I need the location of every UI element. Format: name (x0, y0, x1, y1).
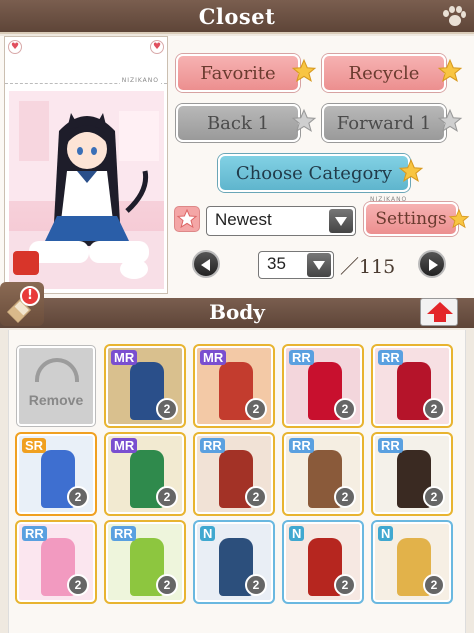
favorite-button-label: Favorite (200, 63, 276, 84)
rainbow-icon (35, 358, 79, 382)
scroll-to-top-button[interactable] (420, 298, 458, 326)
item-count-badge: 2 (423, 486, 445, 508)
closet-item-tile[interactable]: RR 2 (373, 434, 451, 514)
rarity-badge: RR (289, 438, 314, 453)
rarity-badge: N (200, 526, 216, 541)
choose-category-button[interactable]: Choose Category (218, 154, 410, 192)
prev-page-button[interactable] (192, 250, 220, 278)
character-illustration (9, 91, 164, 289)
star-icon (291, 108, 317, 132)
closet-item-tile[interactable]: RR 2 (106, 522, 184, 602)
rarity-badge: RR (378, 350, 403, 365)
rarity-badge: RR (111, 526, 136, 541)
closet-item-tile[interactable]: RR 2 (284, 434, 362, 514)
item-count-badge: 2 (156, 398, 178, 420)
closet-item-tile[interactable]: MR 2 (195, 346, 273, 426)
chevron-down-icon (307, 253, 331, 277)
star-icon (291, 58, 317, 82)
rarity-badge: MR (111, 350, 138, 365)
sort-dropdown[interactable]: Newest (206, 206, 356, 236)
item-count-badge: 2 (156, 574, 178, 596)
item-count-badge: 2 (67, 486, 89, 508)
back-button[interactable]: Back 1 (176, 104, 300, 142)
page-title: Closet (198, 4, 276, 29)
closet-item-tile[interactable]: RR 2 (373, 346, 451, 426)
star-icon (437, 58, 463, 82)
closet-item-tile[interactable]: MR 2 (106, 434, 184, 514)
rarity-badge: MR (111, 438, 138, 453)
favorite-button[interactable]: Favorite (176, 54, 300, 92)
item-count-badge: 2 (334, 574, 356, 596)
heart-icon[interactable]: ♥ (8, 40, 22, 54)
page-current: 35 (267, 254, 286, 273)
star-icon (437, 108, 463, 132)
item-count-badge: 2 (245, 398, 267, 420)
back-button-label: Back 1 (206, 113, 270, 134)
remove-label: Remove (28, 392, 84, 408)
closet-item-tile[interactable]: RR 2 (195, 434, 273, 514)
closet-item-tile[interactable]: RR 2 (284, 346, 362, 426)
rarity-badge: SR (22, 438, 47, 453)
closet-item-tile[interactable]: SR 2 (17, 434, 95, 514)
star-icon (448, 208, 470, 229)
closet-item-tile[interactable]: N2 (195, 522, 273, 602)
rarity-badge: N (289, 526, 305, 541)
closet-item-tile[interactable]: N2 (284, 522, 362, 602)
sort-selected: Newest (215, 210, 272, 229)
top-area: ♥ ♥ NIZIKANO Favorite Recycle Back 1 For… (0, 36, 474, 298)
title-bar: Closet (0, 0, 474, 34)
closet-item-tile[interactable]: RR 2 (17, 522, 95, 602)
forward-button-label: Forward 1 (336, 113, 432, 134)
item-count-badge: 2 (156, 486, 178, 508)
item-count-badge: 2 (334, 398, 356, 420)
recycle-button-label: Recycle (348, 63, 420, 84)
rarity-badge: RR (289, 350, 314, 365)
choose-category-label: Choose Category (235, 163, 393, 184)
forward-button[interactable]: Forward 1 (322, 104, 446, 142)
paw-icon[interactable] (442, 6, 466, 28)
brand-logo: NIZIKANO (370, 196, 408, 203)
rarity-badge: RR (22, 526, 47, 541)
settings-button-label: Settings (375, 209, 447, 229)
remove-tool-button[interactable]: ! (0, 282, 44, 326)
alert-icon: ! (20, 286, 40, 306)
rarity-badge: RR (378, 438, 403, 453)
chevron-down-icon (329, 209, 353, 233)
page-dropdown[interactable]: 35 (258, 251, 334, 279)
item-count-badge: 2 (423, 398, 445, 420)
rarity-badge: N (378, 526, 394, 541)
recycle-button[interactable]: Recycle (322, 54, 446, 92)
next-page-button[interactable] (418, 250, 446, 278)
star-icon (176, 208, 198, 229)
remove-item-tile[interactable]: Remove (17, 346, 95, 426)
favorite-filter-toggle[interactable] (174, 206, 200, 232)
item-grid: Remove MR 2 MR 2 RR 2 RR 2 SR 2 MR 2 RR 2 RR 2 RR 2 RR 2 RR 2… (8, 330, 466, 633)
heart-icon[interactable]: ♥ (150, 40, 164, 54)
character-portrait (9, 91, 164, 289)
rarity-badge: RR (200, 438, 225, 453)
item-count-badge: 2 (423, 574, 445, 596)
category-bar: Body (0, 298, 474, 328)
page-total: ／115 (340, 256, 396, 278)
star-icon (398, 158, 424, 182)
brand-logo: NIZIKANO (119, 77, 161, 84)
item-count-badge: 2 (334, 486, 356, 508)
portrait-frame: ♥ ♥ NIZIKANO (4, 36, 168, 294)
item-count-badge: 2 (245, 486, 267, 508)
closet-item-tile[interactable]: N2 (373, 522, 451, 602)
category-title: Body (209, 300, 265, 324)
item-count-badge: 2 (245, 574, 267, 596)
item-count-badge: 2 (67, 574, 89, 596)
settings-button[interactable]: Settings (364, 202, 458, 236)
rarity-badge: MR (200, 350, 227, 365)
closet-item-tile[interactable]: MR 2 (106, 346, 184, 426)
